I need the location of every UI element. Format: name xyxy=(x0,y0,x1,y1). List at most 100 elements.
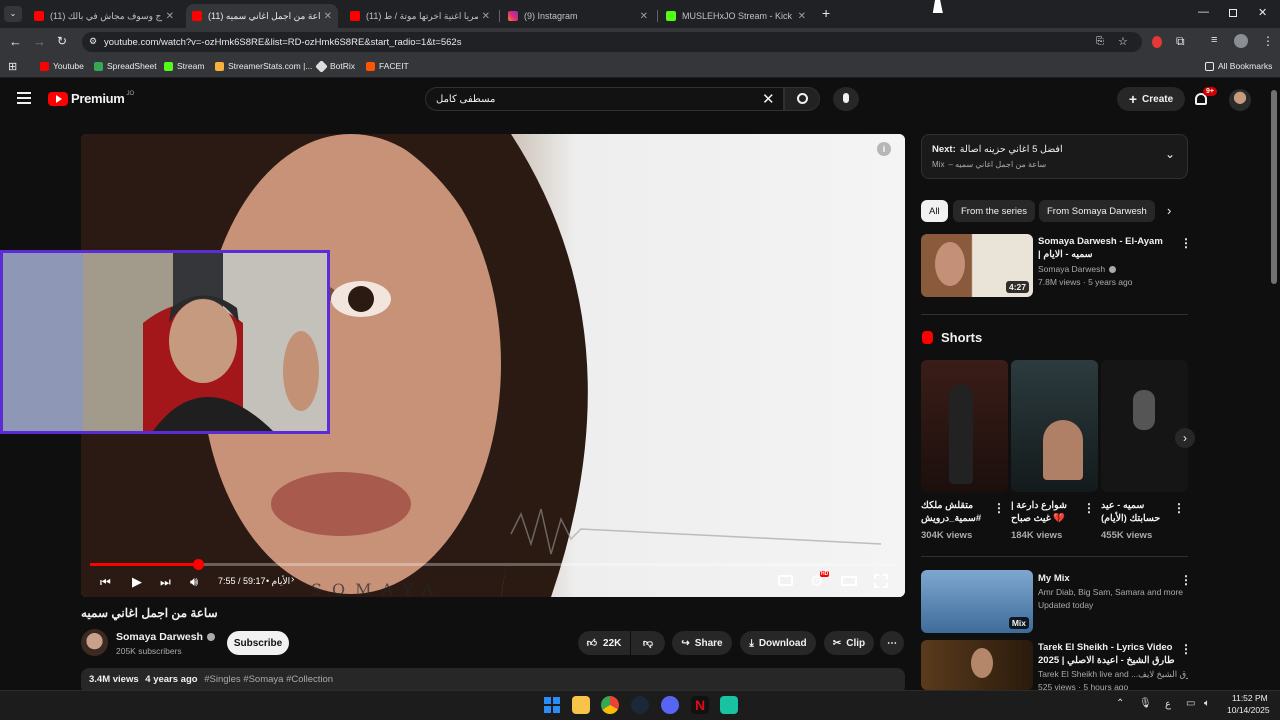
more-vertical-icon[interactable]: ⋮ xyxy=(1083,501,1095,515)
profile-avatar[interactable] xyxy=(1234,34,1248,48)
chevron-right-icon[interactable]: › xyxy=(1167,203,1171,218)
more-vertical-icon[interactable]: ⋮ xyxy=(993,501,1005,515)
browser-menu-icon[interactable]: ⋮ xyxy=(1262,34,1274,48)
netflix-icon[interactable]: N xyxy=(691,696,709,714)
mic-tray-icon[interactable]: 🎙︎ xyxy=(1139,698,1152,709)
app-icon[interactable] xyxy=(720,696,738,714)
steam-icon[interactable] xyxy=(631,696,649,714)
youtube-logo[interactable]: Premium JO xyxy=(48,91,134,106)
site-info-icon[interactable]: ⚙ xyxy=(89,36,97,47)
share-button[interactable]: ↪ Share xyxy=(672,631,732,655)
subtitles-icon[interactable] xyxy=(778,575,793,586)
network-icon[interactable]: ▭ xyxy=(1186,698,1195,709)
new-tab-button[interactable]: + xyxy=(822,5,830,21)
chapter-chevron-icon[interactable]: › xyxy=(291,574,294,585)
close-icon[interactable]: ✕ xyxy=(640,11,648,22)
clock-time[interactable]: 11:52 PM xyxy=(1232,693,1268,703)
play-icon[interactable]: ▶ xyxy=(132,574,142,590)
tab-2[interactable]: (11) ساعة من اجمل اغاني سميه ✕ xyxy=(186,4,338,28)
discord-icon[interactable] xyxy=(661,696,679,714)
bookmark-star-icon[interactable]: ☆ xyxy=(1118,35,1128,48)
install-app-icon[interactable]: ⎘ xyxy=(1096,36,1104,47)
chip-all[interactable]: All xyxy=(921,200,948,222)
tab-3[interactable]: (11) حصريا اغنية اخرتها موتة / ط ✕ xyxy=(344,4,496,28)
previous-icon[interactable]: ⏮ xyxy=(100,575,111,590)
language-indicator[interactable]: ع xyxy=(1165,699,1171,710)
progress-scrubber[interactable] xyxy=(193,559,204,570)
short-thumbnail-2[interactable] xyxy=(1011,360,1098,492)
subscribe-button[interactable]: Subscribe xyxy=(227,631,289,655)
short-title-3[interactable]: سميه - عيد حسابتك (الأيام) xyxy=(1101,499,1171,525)
page-scrollbar[interactable] xyxy=(1271,90,1277,284)
more-actions-button[interactable]: ⋯ xyxy=(880,631,904,655)
extension-red-icon[interactable] xyxy=(1152,36,1162,48)
next-icon[interactable]: ⏭ xyxy=(160,575,171,590)
guide-menu-icon[interactable] xyxy=(17,92,31,104)
close-icon[interactable]: ✕ xyxy=(798,11,806,22)
bookmark-stream[interactable]: Stream xyxy=(164,61,204,71)
fullscreen-icon[interactable] xyxy=(874,574,888,588)
account-avatar[interactable] xyxy=(1229,89,1251,111)
speaker-icon[interactable]: 🔈︎ xyxy=(1204,698,1210,709)
channel-name[interactable]: Somaya Darwesh xyxy=(116,631,215,643)
reload-icon[interactable]: ↻ xyxy=(57,34,67,48)
tab-4[interactable]: (9) Instagram ✕ xyxy=(502,4,654,28)
clear-search-icon[interactable]: ✕ xyxy=(762,90,775,108)
short-thumbnail-3[interactable] xyxy=(1101,360,1188,492)
chevron-down-icon[interactable]: ⌄ xyxy=(1165,147,1175,161)
bookmark-botrix[interactable]: BotRix xyxy=(315,59,355,73)
search-input[interactable]: مسطفى كامل ✕ xyxy=(425,87,784,111)
notifications-button[interactable]: 9+ xyxy=(1193,87,1217,109)
volume-icon[interactable]: 🔊︎ xyxy=(190,574,198,590)
like-button[interactable]: 👍︎ 22K xyxy=(578,631,630,655)
clip-button[interactable]: ✂ Clip xyxy=(824,631,874,655)
more-vertical-icon[interactable]: ⋮ xyxy=(1180,236,1192,250)
shorts-next-icon[interactable]: › xyxy=(1175,428,1195,448)
close-icon[interactable]: ✕ xyxy=(166,11,174,22)
short-thumbnail-1[interactable] xyxy=(921,360,1008,492)
theater-mode-icon[interactable] xyxy=(841,576,857,586)
address-bar[interactable]: ⚙ youtube.com/watch?v=-ozHmk6S8RE&list=R… xyxy=(82,32,1142,52)
close-window-button[interactable]: ✕ xyxy=(1258,6,1267,19)
channel-avatar[interactable] xyxy=(81,629,108,656)
close-icon[interactable]: ✕ xyxy=(324,11,332,22)
related-title-2[interactable]: Tarek El Sheikh - Lyrics Video 2025 | طا… xyxy=(1038,641,1178,667)
create-button[interactable]: + Create xyxy=(1117,87,1185,111)
more-vertical-icon[interactable]: ⋮ xyxy=(1180,642,1192,656)
bookmark-faceit[interactable]: FACEIT xyxy=(366,61,409,71)
all-bookmarks[interactable]: All Bookmarks xyxy=(1205,61,1272,71)
chip-from-channel[interactable]: From Somaya Darwesh xyxy=(1039,200,1155,222)
hashtags[interactable]: #Singles #Somaya #Collection xyxy=(204,674,333,685)
back-icon[interactable]: ← xyxy=(9,34,22,49)
info-icon[interactable]: i xyxy=(877,142,891,156)
related-thumbnail-2[interactable] xyxy=(921,640,1033,690)
short-title-2[interactable]: شوارع دارعة | غيث صباح 💔 xyxy=(1011,499,1081,525)
tab-5[interactable]: MUSLEHxJO Stream - Kick Dash ✕ xyxy=(660,4,812,28)
start-icon[interactable] xyxy=(543,696,561,714)
search-button[interactable] xyxy=(784,87,820,111)
progress-bar[interactable] xyxy=(90,559,896,570)
chrome-icon[interactable] xyxy=(601,696,619,714)
bookmark-spreadsheet[interactable]: SpreadSheet xyxy=(94,61,157,71)
clock-date[interactable]: 10/14/2025 xyxy=(1227,705,1270,715)
tab-search-button[interactable]: ⌄ xyxy=(4,6,22,22)
tab-1[interactable]: (11) جورج وسوف مجاش في بالك ✕ xyxy=(28,4,180,28)
short-title-1[interactable]: متقلش ملكك #سمية_درويش xyxy=(921,499,991,525)
chapter-title[interactable]: • الأيام xyxy=(266,576,290,587)
file-explorer-icon[interactable] xyxy=(572,696,590,714)
close-icon[interactable]: ✕ xyxy=(482,11,490,22)
dislike-button[interactable]: 👎︎ xyxy=(631,631,665,655)
bookmark-youtube[interactable]: Youtube xyxy=(40,61,84,71)
up-next-panel[interactable]: Next: افضل 5 اغاني حزينه اصالة Mix – ساع… xyxy=(921,134,1188,179)
maximize-button[interactable] xyxy=(1229,9,1237,17)
media-icon[interactable]: ≡ xyxy=(1211,34,1217,46)
mix-title[interactable]: My Mix xyxy=(1038,572,1070,585)
minimize-button[interactable]: — xyxy=(1198,6,1209,18)
apps-icon[interactable]: ⊞ xyxy=(8,60,17,73)
more-vertical-icon[interactable]: ⋮ xyxy=(1180,573,1192,587)
bookmark-streamerstats[interactable]: StreamerStats.com |... xyxy=(215,61,312,71)
mix-thumbnail[interactable]: Mix xyxy=(921,570,1033,633)
download-button[interactable]: ⤓ Download xyxy=(740,631,816,655)
voice-search-button[interactable] xyxy=(833,87,859,111)
forward-icon[interactable]: → xyxy=(33,34,46,49)
